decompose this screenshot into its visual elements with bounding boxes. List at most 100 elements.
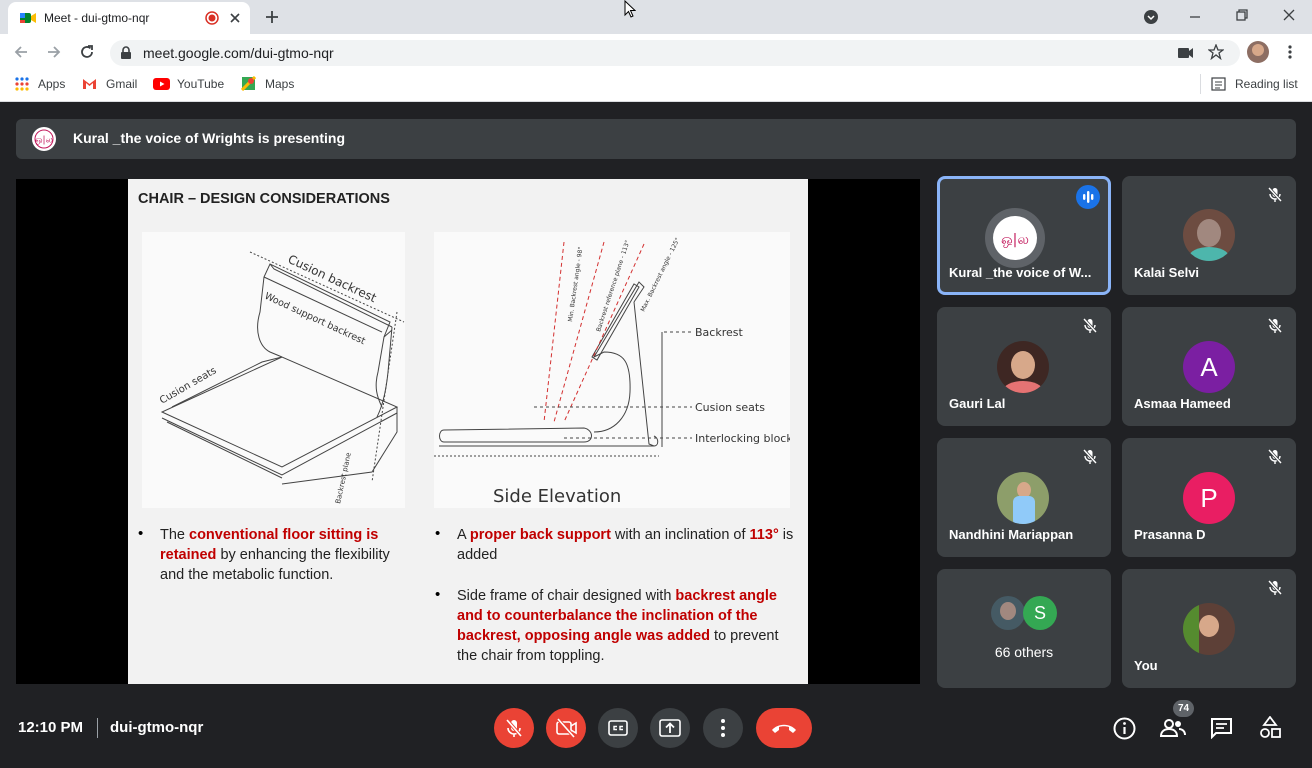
participant-name: Asmaa Hameed [1134, 396, 1231, 411]
meeting-time: 12:10 PM [18, 719, 84, 736]
time-divider [97, 718, 98, 738]
mic-off-icon [1267, 579, 1283, 596]
bullet-marker-1: • [138, 525, 144, 542]
mic-off-icon [1082, 448, 1098, 465]
participant-avatar [997, 472, 1049, 524]
meeting-code: dui-gtmo-nqr [110, 719, 204, 736]
present-screen-icon [659, 719, 681, 737]
participant-avatar: P [1183, 472, 1235, 524]
reading-list[interactable]: Reading list [1235, 77, 1298, 91]
presenter-tile-avatar: ஒ|ல [985, 208, 1045, 268]
camera-toggle-button[interactable] [546, 708, 586, 748]
label-backrest: Backrest [695, 326, 743, 339]
meet-favicon-icon [20, 13, 36, 23]
participant-name: Nandhini Mariappan [949, 527, 1074, 542]
bookmark-star-icon[interactable] [1208, 44, 1224, 60]
bookmark-maps[interactable]: Maps [265, 77, 294, 91]
browser-tab[interactable]: Meet - dui-gtmo-nqr [8, 2, 250, 34]
participant-avatar: A [1183, 341, 1235, 393]
browser-tab-strip: Meet - dui-gtmo-nqr [0, 0, 1312, 34]
participant-tile-others[interactable]: S 66 others [937, 569, 1111, 688]
people-count-badge: 74 [1173, 700, 1194, 717]
side-elevation-drawing: Min. Backrest angle - 98° Backrest refer… [434, 237, 799, 507]
svg-text:ஒ|ல: ஒ|ல [1001, 232, 1029, 248]
label-wood-support: Wood support backrest [263, 291, 367, 347]
participant-name: Prasanna D [1134, 527, 1206, 542]
leave-call-button[interactable] [756, 708, 812, 748]
new-tab-icon[interactable] [264, 9, 280, 25]
participant-tile-you[interactable]: You [1122, 569, 1296, 688]
more-vert-icon [721, 719, 725, 737]
participant-avatar [997, 341, 1049, 393]
bullet-marker-2: • [435, 525, 441, 542]
apps-grid-icon[interactable] [15, 77, 29, 91]
slide-title: CHAIR – DESIGN CONSIDERATIONS [138, 191, 390, 207]
recording-icon [205, 11, 219, 25]
bullet-1: The conventional floor sitting is retain… [160, 527, 390, 583]
camera-in-use-icon[interactable] [1178, 47, 1194, 59]
participant-tile-presenter[interactable]: ஒ|ல Kural _the voice of W... [937, 176, 1111, 295]
chair-isometric-drawing: Cusion backrest Wood support backrest Cu… [158, 251, 405, 504]
svg-text:ஒ|ல: ஒ|ல [35, 136, 53, 146]
lock-icon [121, 46, 131, 59]
participant-tile-kalai[interactable]: Kalai Selvi [1122, 176, 1296, 295]
tab-close-icon[interactable] [229, 12, 241, 24]
bullet-3: Side frame of chair designed with backre… [457, 588, 779, 664]
participant-name: Kalai Selvi [1134, 265, 1200, 280]
speaking-indicator-icon [1076, 185, 1100, 209]
chat-icon[interactable] [1210, 717, 1233, 739]
address-bar[interactable]: meet.google.com/dui-gtmo-nqr [110, 40, 1240, 66]
label-min-angle: Min. Backrest angle - 98° [567, 246, 584, 322]
participant-name: Kural _the voice of W... [949, 265, 1092, 280]
participant-tile-asmaa[interactable]: A Asmaa Hameed [1122, 307, 1296, 426]
participant-name: You [1134, 658, 1158, 673]
chair-isometric-figure: Cusion backrest Wood support backrest Cu… [142, 232, 405, 508]
forward-icon[interactable] [46, 44, 62, 60]
mic-off-icon [1267, 186, 1283, 203]
bookmark-apps[interactable]: Apps [38, 77, 65, 91]
restore-icon[interactable] [1235, 8, 1249, 22]
bookmark-youtube[interactable]: YouTube [177, 77, 224, 91]
end-call-icon [772, 724, 796, 733]
meeting-info-icon[interactable] [1113, 717, 1136, 740]
more-options-button[interactable] [703, 708, 743, 748]
gmail-icon [83, 79, 96, 89]
presenting-text: Kural _the voice of Wrights is presentin… [73, 130, 346, 146]
others-count: 66 others [994, 644, 1054, 660]
mouse-cursor-icon [624, 0, 636, 18]
others-avatar-photo [991, 596, 1025, 630]
reading-list-icon [1211, 77, 1226, 91]
participant-avatar [1183, 603, 1235, 655]
profile-avatar[interactable] [1247, 41, 1269, 63]
participant-tile-nandhini[interactable]: Nandhini Mariappan [937, 438, 1111, 557]
minimize-icon[interactable] [1188, 10, 1202, 24]
bullet-2: A proper back support with an inclinatio… [457, 527, 794, 563]
participant-avatar [1183, 209, 1235, 261]
camera-off-icon [556, 717, 577, 739]
window-close-icon[interactable] [1282, 8, 1296, 22]
tab-search-icon[interactable] [1143, 9, 1159, 25]
label-side-cusion-seats: Cusion seats [695, 401, 765, 414]
bookmark-gmail[interactable]: Gmail [106, 77, 137, 91]
present-now-button[interactable] [650, 708, 690, 748]
participant-tile-gauri[interactable]: Gauri Lal [937, 307, 1111, 426]
url-text: meet.google.com/dui-gtmo-nqr [143, 45, 334, 61]
tab-title: Meet - dui-gtmo-nqr [44, 11, 150, 25]
people-icon[interactable] [1160, 718, 1186, 738]
back-icon[interactable] [13, 44, 29, 60]
microphone-toggle-button[interactable] [494, 708, 534, 748]
label-interlocking-blocks: Interlocking blocks [695, 432, 790, 445]
others-avatar-letter: S [1023, 596, 1057, 630]
mic-off-icon [1267, 317, 1283, 334]
reload-icon[interactable] [79, 44, 95, 60]
participant-tile-prasanna[interactable]: P Prasanna D [1122, 438, 1296, 557]
captions-icon [608, 720, 628, 736]
label-max-angle: Max. Backrest angle - 125° [640, 237, 682, 313]
side-elevation-figure: Min. Backrest angle - 98° Backrest refer… [434, 232, 799, 508]
bullet-marker-3: • [435, 586, 441, 603]
browser-menu-icon[interactable] [1284, 44, 1296, 60]
mic-off-icon [1082, 317, 1098, 334]
captions-button[interactable] [598, 708, 638, 748]
activities-icon[interactable] [1259, 716, 1281, 740]
youtube-icon [153, 78, 170, 90]
